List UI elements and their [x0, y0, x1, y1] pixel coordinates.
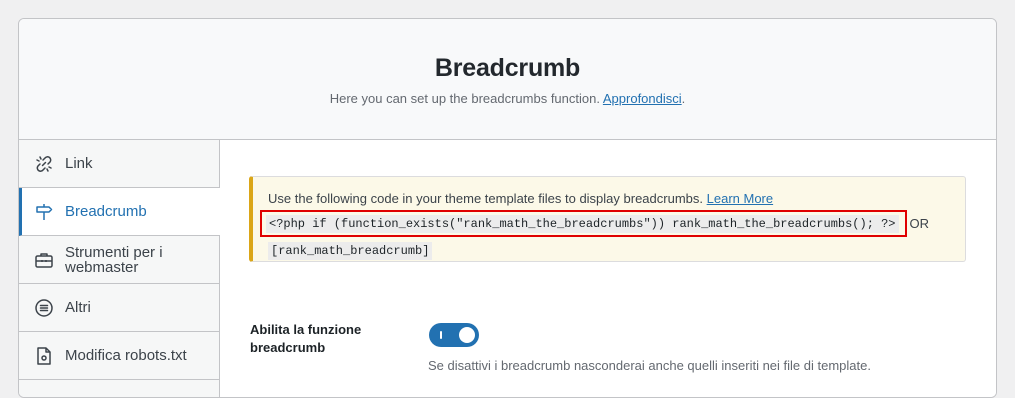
notice-text-line: Use the following code in your theme tem…: [268, 190, 965, 208]
settings-panel: Breadcrumb Here you can set up the bread…: [18, 18, 997, 398]
list-circle-icon: [34, 298, 54, 318]
shortcode-line: [rank_math_breadcrumb]: [268, 241, 965, 260]
toolbox-icon: [34, 250, 54, 270]
settings-content: Use the following code in your theme tem…: [220, 140, 996, 397]
or-label: OR: [909, 215, 930, 231]
signpost-icon: [34, 202, 54, 222]
settings-sidebar: Link Breadcrumb Strumenti per i webmaste…: [19, 140, 220, 397]
link-icon: [34, 154, 54, 174]
sidebar-item-label: Strumenti per i webmaster: [65, 243, 163, 276]
sidebar-item-label: Link: [65, 155, 93, 172]
notice-learn-more-link[interactable]: Learn More: [707, 191, 773, 206]
code-notice: Use the following code in your theme tem…: [249, 176, 966, 262]
page-description: Here you can set up the breadcrumbs func…: [329, 91, 686, 106]
description-text: Here you can set up the breadcrumbs func…: [329, 91, 600, 106]
code-highlight-box: <?php if (function_exists("rank_math_the…: [260, 210, 907, 237]
file-icon: [34, 346, 54, 366]
page-title: Breadcrumb: [434, 54, 581, 82]
sidebar-item-breadcrumb[interactable]: Breadcrumb: [19, 188, 220, 236]
toggle-on-indicator: [440, 331, 442, 339]
php-code[interactable]: <?php if (function_exists("rank_math_the…: [266, 215, 899, 233]
sidebar-item-others[interactable]: Altri: [19, 284, 219, 332]
sidebar-item-webmaster-tools[interactable]: Strumenti per i webmaster: [19, 236, 219, 284]
breadcrumb-toggle[interactable]: [429, 323, 479, 347]
sidebar-item-link[interactable]: Link: [19, 140, 219, 188]
sidebar-item-label: Breadcrumb: [65, 203, 147, 220]
sidebar-item-robots[interactable]: Modifica robots.txt: [19, 332, 219, 380]
shortcode[interactable]: [rank_math_breadcrumb]: [268, 242, 433, 260]
learn-more-link[interactable]: Approfondisci: [603, 91, 682, 106]
notice-text: Use the following code in your theme tem…: [268, 191, 703, 206]
sidebar-item-label: Modifica robots.txt: [65, 347, 187, 364]
php-code-line: <?php if (function_exists("rank_math_the…: [260, 210, 965, 237]
sidebar-item-label: Altri: [65, 299, 91, 316]
toggle-knob: [459, 327, 475, 343]
breadcrumb-toggle-description: Se disattivi i breadcrumb nasconderai an…: [428, 358, 871, 373]
breadcrumb-toggle-label: Abilita la funzione breadcrumb: [250, 322, 362, 355]
page-header: Breadcrumb Here you can set up the bread…: [19, 19, 996, 140]
